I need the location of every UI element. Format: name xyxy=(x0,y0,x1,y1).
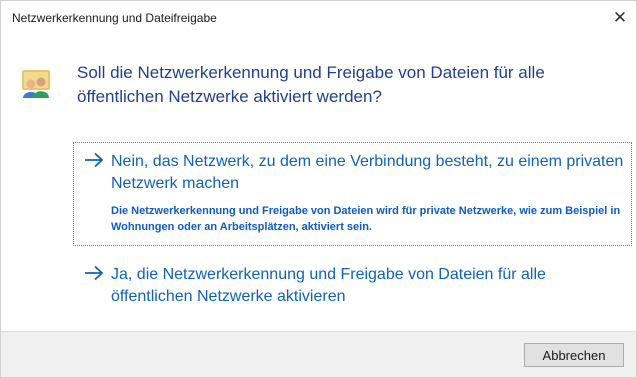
network-users-icon xyxy=(20,67,52,99)
network-discovery-dialog: Netzwerkerkennung und Dateifreigabe ✕ So… xyxy=(0,0,637,378)
option-description: Die Netzwerkerkennung und Freigabe von D… xyxy=(111,205,621,233)
option-title: Nein, das Netzwerk, zu dem eine Verbindu… xyxy=(111,153,624,192)
arrow-right-icon xyxy=(84,152,104,168)
arrow-right-icon xyxy=(84,265,104,281)
cancel-button[interactable]: Abbrechen xyxy=(524,343,624,367)
option-enable-public-sharing[interactable]: Ja, die Netzwerkerkennung und Freigabe v… xyxy=(73,255,632,317)
dialog-title: Netzwerkerkennung und Dateifreigabe xyxy=(12,11,217,25)
dialog-question: Soll die Netzwerkerkennung und Freigabe … xyxy=(77,63,545,106)
close-icon[interactable]: ✕ xyxy=(608,7,632,29)
title-bar: Netzwerkerkennung und Dateifreigabe ✕ xyxy=(1,1,636,35)
dialog-footer: Abbrechen xyxy=(1,331,636,377)
option-make-private-network[interactable]: Nein, das Netzwerk, zu dem eine Verbindu… xyxy=(73,142,632,246)
option-title: Ja, die Netzwerkerkennung und Freigabe v… xyxy=(111,266,546,305)
